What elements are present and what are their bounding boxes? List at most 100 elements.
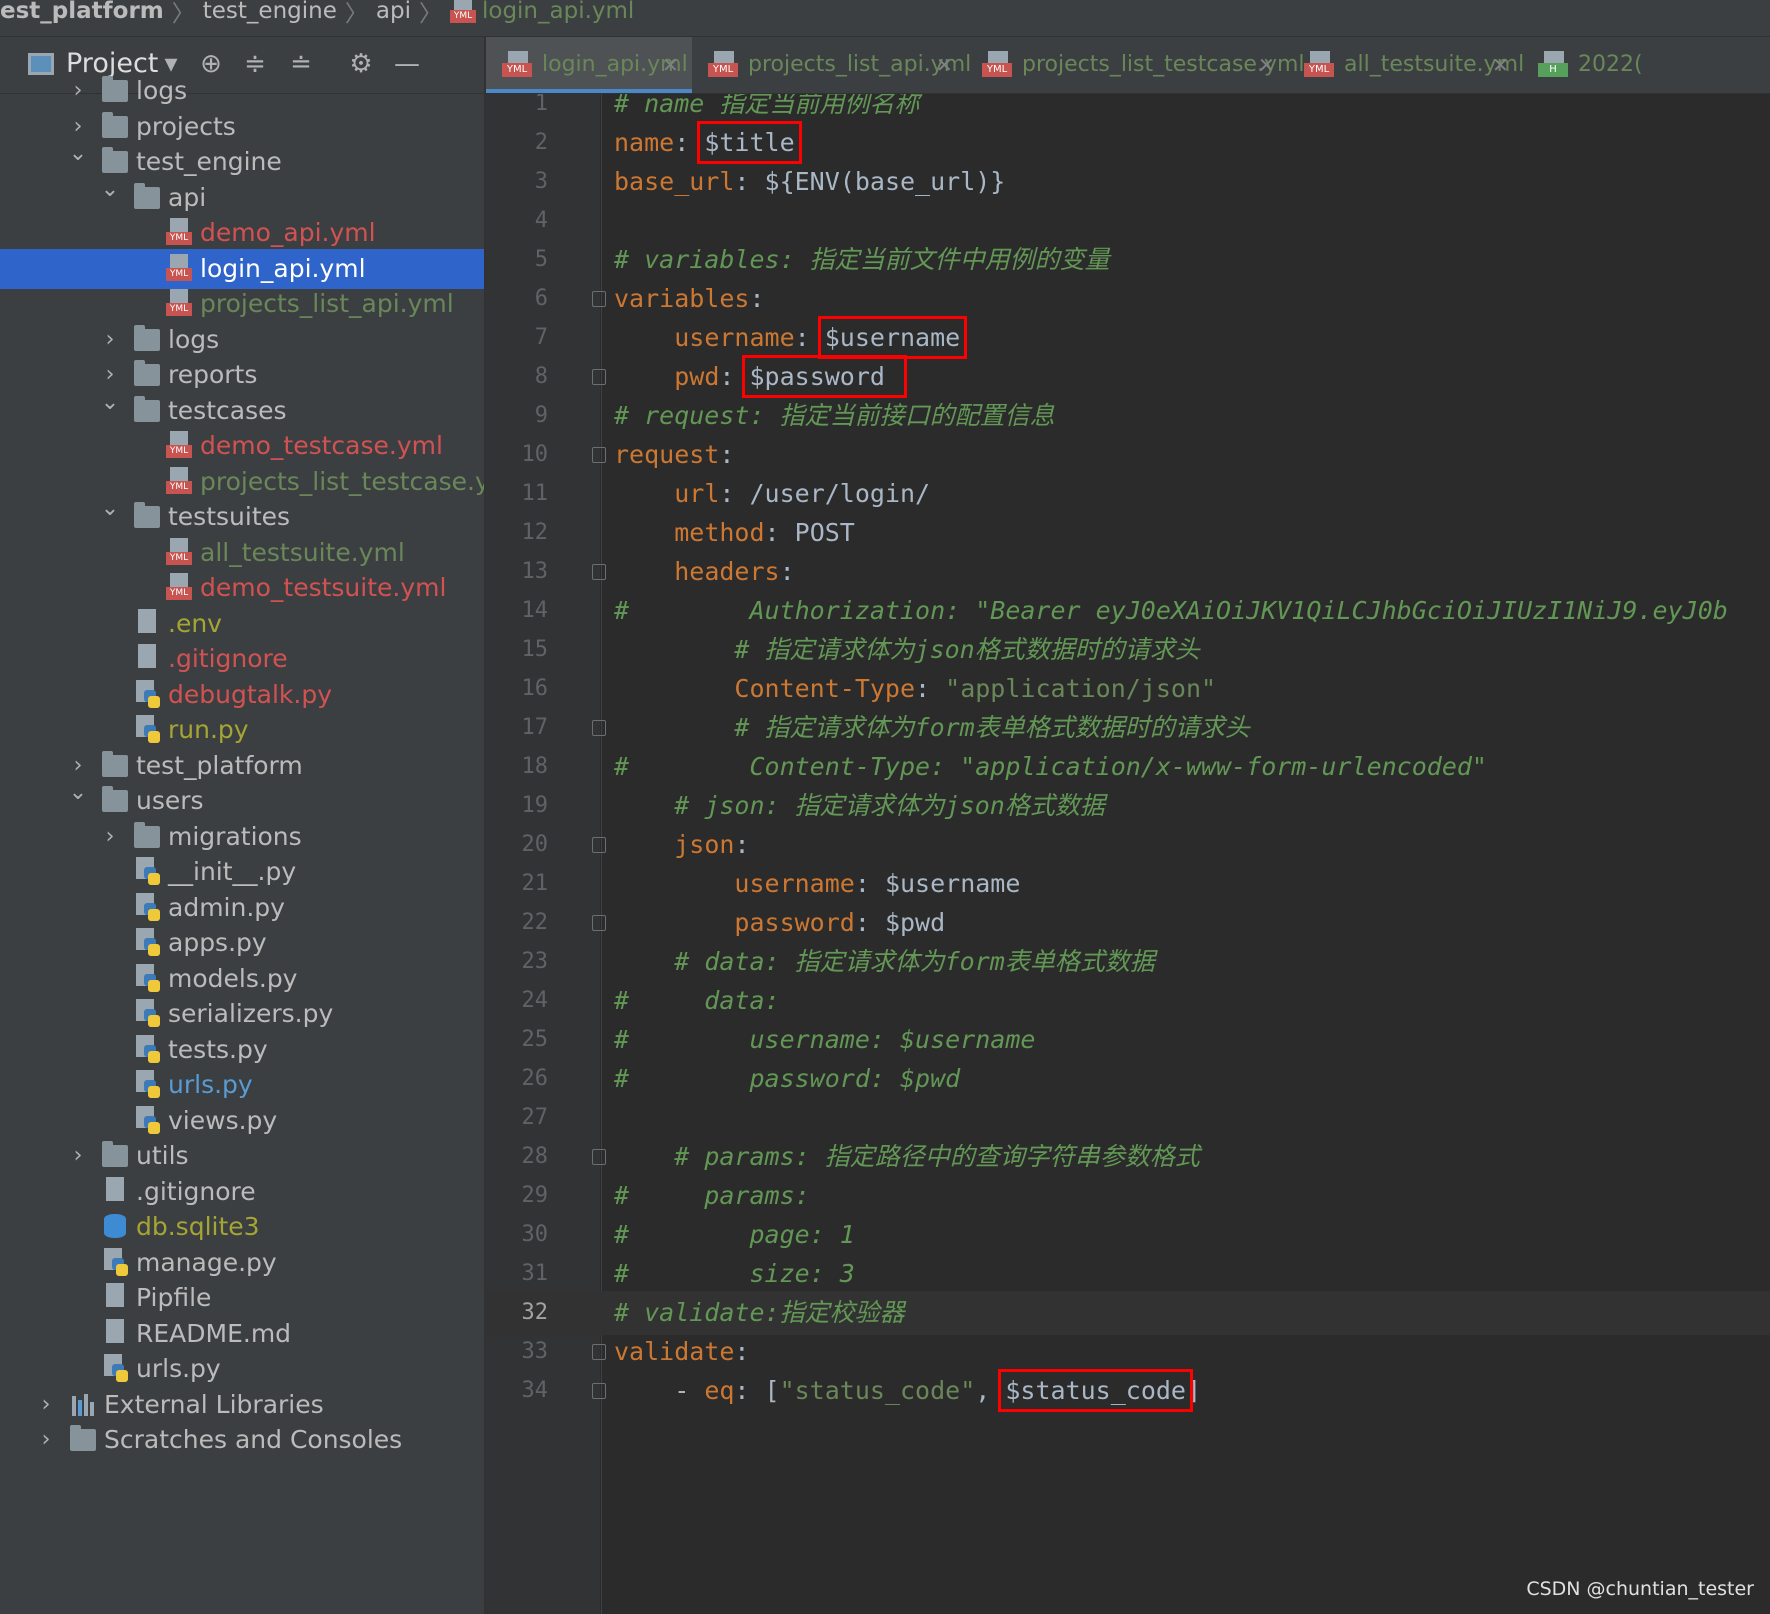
tree-item[interactable]: YML projects_list_api.yml: [0, 284, 484, 324]
tree-item[interactable]: manage.py: [0, 1243, 484, 1283]
fold-marker-icon[interactable]: [592, 447, 606, 463]
fold-marker-icon[interactable]: [592, 564, 606, 580]
fold-marker-icon[interactable]: [592, 1149, 606, 1165]
code-text[interactable]: password: $pwd: [614, 901, 945, 945]
close-icon[interactable]: ✕: [1492, 37, 1509, 93]
tree-item[interactable]: › migrations: [0, 817, 484, 857]
code-text[interactable]: # 指定请求体为form表单格式数据时的请求头: [614, 706, 1249, 750]
breadcrumb-item[interactable]: api: [368, 0, 419, 24]
tree-item[interactable]: YML demo_testcase.yml: [0, 426, 484, 466]
fold-marker-icon[interactable]: [592, 369, 606, 385]
tree-item[interactable]: urls.py: [0, 1065, 484, 1105]
code-text[interactable]: url: /user/login/: [614, 472, 930, 516]
code-text[interactable]: # params:: [614, 1174, 810, 1218]
code-text[interactable]: base_url: ${ENV(base_url)}: [614, 160, 1005, 204]
chevron-down-icon[interactable]: ⌄: [68, 773, 88, 813]
tree-item[interactable]: ⌄ testsuites: [0, 496, 484, 537]
chevron-right-icon[interactable]: ›: [100, 320, 120, 360]
tree-item[interactable]: db.sqlite3: [0, 1207, 484, 1247]
tree-item[interactable]: .gitignore: [0, 639, 484, 679]
code-text[interactable]: # data:: [614, 979, 780, 1023]
tree-item[interactable]: .env: [0, 604, 484, 644]
breadcrumb-item[interactable]: YML login_api.yml: [442, 0, 642, 24]
tree-item[interactable]: Pipfile: [0, 1278, 484, 1318]
tree-item[interactable]: YML demo_testsuite.yml: [0, 568, 484, 608]
fold-marker-icon[interactable]: [592, 720, 606, 736]
code-text[interactable]: username: $username: [614, 316, 968, 360]
tree-item[interactable]: › logs: [0, 71, 484, 111]
editor-tab[interactable]: YML projects_list_testcase.yml ✕: [966, 37, 1305, 93]
tree-item[interactable]: __init__.py: [0, 852, 484, 892]
tree-item[interactable]: run.py: [0, 710, 484, 750]
editor-tab[interactable]: YML projects_list_api.yml ✕: [692, 37, 971, 93]
code-text[interactable]: Content-Type: "application/json": [614, 667, 1216, 711]
tree-item[interactable]: ⌄ users: [0, 780, 484, 821]
code-text[interactable]: # username: $username: [614, 1018, 1035, 1062]
code-text[interactable]: pwd: $password: [614, 355, 907, 399]
close-icon[interactable]: ✕: [662, 37, 679, 93]
tree-item[interactable]: ⌄ test_engine: [0, 141, 484, 182]
tree-item[interactable]: › reports: [0, 355, 484, 395]
breadcrumb-item[interactable]: test_engine: [195, 0, 345, 24]
chevron-right-icon[interactable]: ›: [36, 1420, 56, 1460]
tree-item[interactable]: admin.py: [0, 888, 484, 928]
code-text[interactable]: headers:: [614, 550, 794, 594]
tree-item[interactable]: › utils: [0, 1136, 484, 1176]
fold-marker-icon[interactable]: [592, 915, 606, 931]
tree-item[interactable]: debugtalk.py: [0, 675, 484, 715]
tree-item[interactable]: YML projects_list_testcase.y: [0, 462, 484, 502]
code-text[interactable]: # Content-Type: "application/x-www-form-…: [614, 745, 1487, 789]
tree-item[interactable]: tests.py: [0, 1030, 484, 1070]
code-text[interactable]: # password: $pwd: [614, 1057, 960, 1101]
tree-item[interactable]: › Scratches and Consoles: [0, 1420, 484, 1460]
code-text[interactable]: name: $title: [614, 121, 802, 165]
chevron-down-icon[interactable]: ⌄: [100, 383, 120, 423]
chevron-down-icon[interactable]: ⌄: [100, 489, 120, 529]
tree-item[interactable]: urls.py: [0, 1349, 484, 1389]
code-text[interactable]: # request: 指定当前接口的配置信息: [614, 394, 1055, 438]
tree-item[interactable]: .gitignore: [0, 1172, 484, 1212]
fold-marker-icon[interactable]: [592, 1383, 606, 1399]
tree-item[interactable]: YML demo_api.yml: [0, 213, 484, 253]
editor-tab[interactable]: YML login_api.yml ✕: [486, 37, 692, 93]
tree-item[interactable]: views.py: [0, 1101, 484, 1141]
tree-item[interactable]: ⌄ testcases: [0, 390, 484, 431]
chevron-down-icon[interactable]: ⌄: [68, 134, 88, 174]
code-text[interactable]: variables:: [614, 277, 765, 321]
code-text[interactable]: json:: [614, 823, 749, 867]
chevron-down-icon[interactable]: ⌄: [100, 170, 120, 210]
editor-tab[interactable]: H 2022(: [1522, 37, 1770, 93]
code-text[interactable]: # variables: 指定当前文件中用例的变量: [614, 238, 1110, 282]
chevron-right-icon[interactable]: ›: [68, 71, 88, 111]
code-text[interactable]: request:: [614, 433, 734, 477]
code-text[interactable]: # json: 指定请求体为json格式数据: [614, 784, 1105, 828]
code-text[interactable]: # size: 3: [614, 1252, 855, 1296]
tree-item[interactable]: serializers.py: [0, 994, 484, 1034]
code-text[interactable]: # params: 指定路径中的查询字符串参数格式: [614, 1135, 1200, 1179]
code-text[interactable]: username: $username: [614, 862, 1020, 906]
breadcrumb-item[interactable]: est_platform: [0, 0, 172, 24]
chevron-right-icon[interactable]: ›: [68, 1136, 88, 1176]
tree-item[interactable]: › External Libraries: [0, 1385, 484, 1425]
fold-marker-icon[interactable]: [592, 291, 606, 307]
code-editor[interactable]: 1 # name 指定当前用例名称 2 name: $title 3 base_url: …: [486, 94, 1770, 1614]
code-text[interactable]: # 指定请求体为json格式数据时的请求头: [614, 628, 1199, 672]
code-text[interactable]: # data: 指定请求体为form表单格式数据: [614, 940, 1155, 984]
code-text[interactable]: # validate:指定校验器: [614, 1291, 905, 1335]
editor-tab[interactable]: YML all_testsuite.yml ✕: [1288, 37, 1524, 93]
tree-item[interactable]: models.py: [0, 959, 484, 999]
tree-item[interactable]: YML all_testsuite.yml: [0, 533, 484, 573]
close-icon[interactable]: ✕: [936, 37, 953, 93]
code-text[interactable]: method: POST: [614, 511, 855, 555]
tree-item[interactable]: › logs: [0, 320, 484, 360]
fold-marker-icon[interactable]: [592, 837, 606, 853]
code-text[interactable]: - eq: ["status_code", $status_code]: [614, 1369, 1201, 1413]
close-icon[interactable]: ✕: [1258, 37, 1275, 93]
code-text[interactable]: # page: 1: [614, 1213, 855, 1257]
tree-item[interactable]: YML login_api.yml: [0, 248, 484, 289]
tree-item[interactable]: ⌄ api: [0, 177, 484, 218]
tree-item[interactable]: README.md: [0, 1314, 484, 1354]
code-text[interactable]: # Authorization: "Bearer eyJ0eXAiOiJKV1Q…: [614, 589, 1728, 633]
code-text[interactable]: validate:: [614, 1330, 749, 1374]
tree-item[interactable]: apps.py: [0, 923, 484, 963]
